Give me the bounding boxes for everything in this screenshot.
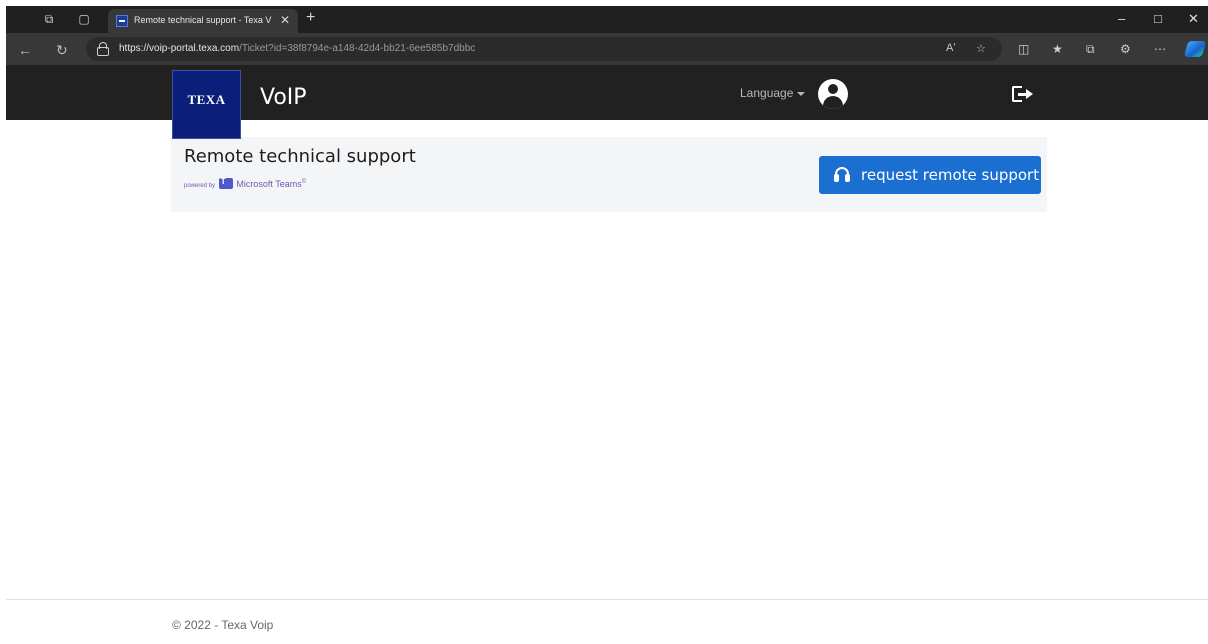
user-account-icon[interactable] (818, 79, 848, 109)
lock-icon[interactable] (97, 42, 109, 56)
close-window-icon[interactable]: ✕ (1188, 11, 1199, 27)
more-menu-icon[interactable]: ⋯ (1154, 42, 1166, 56)
request-remote-support-button[interactable]: request remote support (819, 156, 1041, 194)
minimize-icon[interactable]: – (1118, 11, 1125, 26)
headset-icon (834, 167, 850, 183)
texa-favicon (116, 15, 128, 27)
language-label: Language (740, 86, 794, 100)
restore-icon[interactable]: □ (1154, 11, 1162, 26)
texa-logo[interactable]: TEXA (172, 70, 241, 139)
collections-icon[interactable]: ⧉ (1086, 42, 1095, 57)
refresh-icon[interactable]: ↻ (56, 42, 68, 59)
powered-by-teams: powered by Microsoft Teams© (184, 177, 307, 189)
caret-down-icon (797, 91, 806, 96)
favorite-star-icon[interactable]: ☆ (976, 42, 986, 55)
back-icon[interactable]: ← (18, 42, 32, 58)
site-header: TEXA VoIP Language (6, 65, 1208, 139)
powered-by-label: powered by (184, 183, 216, 189)
close-tab-icon[interactable]: ✕ (280, 13, 290, 27)
favorites-icon[interactable]: ★ (1052, 42, 1063, 56)
microsoft-teams-icon (218, 177, 233, 189)
split-screen-icon[interactable]: ◫ (1018, 42, 1029, 56)
support-card: Remote technical support powered by Micr… (171, 137, 1047, 212)
tab-actions-icon[interactable]: ▢ (77, 12, 91, 26)
app-name: VoIP (260, 85, 307, 110)
address-bar[interactable]: https://voip-portal.texa.com/Ticket?id=3… (86, 37, 1002, 61)
browser-tab[interactable]: Remote technical support - Texa V ✕ (108, 9, 298, 33)
workspaces-icon[interactable]: ⧉ (42, 12, 56, 26)
new-tab-icon[interactable]: + (306, 9, 315, 27)
button-label: request remote support (861, 166, 1040, 184)
language-dropdown[interactable]: Language (740, 86, 806, 100)
extensions-icon[interactable]: ⚙ (1120, 42, 1131, 56)
page-title: Remote technical support (184, 146, 416, 167)
browser-titlebar: ⧉ ▢ Remote technical support - Texa V ✕ … (6, 6, 1208, 33)
logout-icon[interactable] (1012, 85, 1034, 105)
logo-text: TEXA (187, 92, 226, 107)
tab-title: Remote technical support - Texa V (134, 15, 272, 25)
url-text: https://voip-portal.texa.com/Ticket?id=3… (119, 43, 476, 54)
browser-window: ⧉ ▢ Remote technical support - Texa V ✕ … (6, 6, 1208, 644)
footer-divider (6, 599, 1208, 600)
read-aloud-icon[interactable]: Aʹ (946, 42, 955, 54)
browser-toolbar: ← ↻ https://voip-portal.texa.com/Ticket?… (6, 33, 1208, 65)
footer-copyright: © 2022 - Texa Voip (172, 618, 274, 632)
copilot-icon[interactable] (1183, 41, 1207, 57)
microsoft-teams-label: Microsoft Teams© (236, 179, 307, 189)
